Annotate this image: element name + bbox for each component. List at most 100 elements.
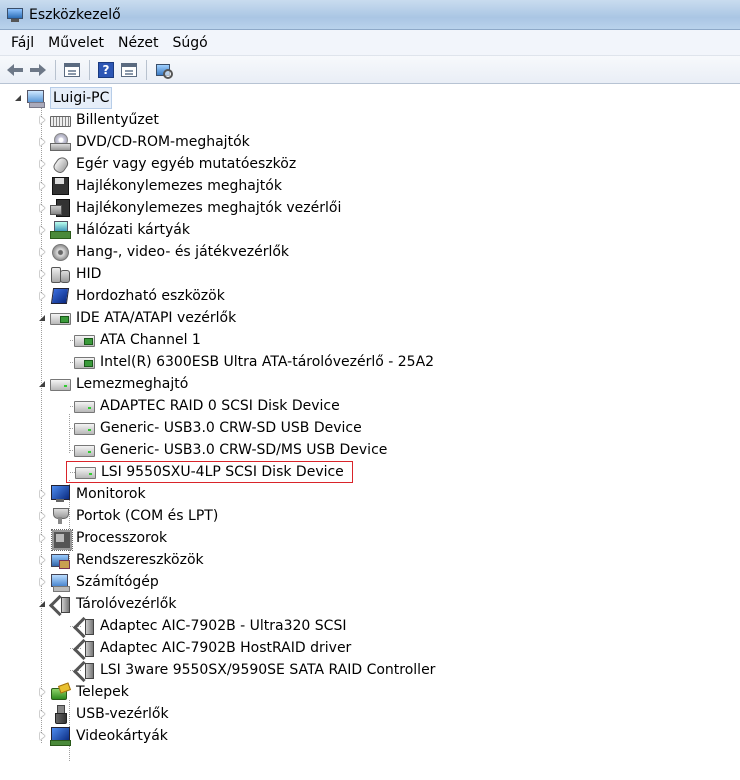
tree-item-label[interactable]: LSI 9550SXU-4LP SCSI Disk Device: [99, 462, 346, 482]
tree-item-ide-child[interactable]: ATA Channel 1: [0, 329, 740, 351]
collapse-arrow-icon[interactable]: [36, 312, 48, 324]
tree-item-label[interactable]: Egér vagy egyéb mutatóeszköz: [74, 154, 298, 174]
tree-item-ide-child[interactable]: Intel(R) 6300ESB Ultra ATA-tárolóvezérlő…: [0, 351, 740, 373]
tree-item-label[interactable]: Számítógép: [74, 572, 161, 592]
computer-icon: [26, 89, 46, 108]
tree-item-label[interactable]: ADAPTEC RAID 0 SCSI Disk Device: [98, 396, 342, 416]
tree-item-label[interactable]: Videokártyák: [74, 726, 170, 746]
menu-file[interactable]: Fájl: [4, 32, 41, 54]
tree-item-label[interactable]: Processzorok: [74, 528, 169, 548]
tree-item-storage-child[interactable]: LSI 3ware 9550SX/9590SE SATA RAID Contro…: [0, 659, 740, 681]
expand-arrow-icon[interactable]: [36, 532, 48, 544]
expand-arrow-icon[interactable]: [36, 708, 48, 720]
tree-item-floppy-controllers[interactable]: Hajlékonylemezes meghajtók vezérlői: [0, 197, 740, 219]
tree-item-label[interactable]: Hordozható eszközök: [74, 286, 227, 306]
tree-item-label[interactable]: Billentyűzet: [74, 110, 161, 130]
properties-button[interactable]: [118, 59, 140, 81]
tree-item-label[interactable]: LSI 3ware 9550SX/9590SE SATA RAID Contro…: [98, 660, 437, 680]
expand-arrow-icon[interactable]: [36, 576, 48, 588]
tree-item-sound[interactable]: Hang-, video- és játékvezérlők: [0, 241, 740, 263]
collapse-arrow-icon[interactable]: [36, 378, 48, 390]
tree-item-disk[interactable]: Lemezmeghajtó: [0, 373, 740, 395]
tree-item-hid[interactable]: HID: [0, 263, 740, 285]
help-button[interactable]: ?: [95, 59, 117, 81]
tree-item-portable[interactable]: Hordozható eszközök: [0, 285, 740, 307]
tree-item-label[interactable]: Hálózati kártyák: [74, 220, 192, 240]
expand-arrow-icon[interactable]: [36, 290, 48, 302]
expand-arrow-icon[interactable]: [36, 554, 48, 566]
expand-arrow-icon[interactable]: [36, 246, 48, 258]
expand-arrow-icon[interactable]: [36, 158, 48, 170]
tree-item-mouse[interactable]: Egér vagy egyéb mutatóeszköz: [0, 153, 740, 175]
tree-item-label[interactable]: Portok (COM és LPT): [74, 506, 220, 526]
ide-channel-icon: [74, 353, 95, 371]
root-label[interactable]: Luigi-PC: [50, 87, 113, 109]
tree-item-label[interactable]: Telepek: [74, 682, 131, 702]
expand-arrow-icon[interactable]: [36, 136, 48, 148]
tree-item-label[interactable]: Intel(R) 6300ESB Ultra ATA-tárolóvezérlő…: [98, 352, 436, 372]
tree-item-label[interactable]: Adaptec AIC-7902B - Ultra320 SCSI: [98, 616, 348, 636]
tree-item-usb[interactable]: USB-vezérlők: [0, 703, 740, 725]
tree-item-system[interactable]: Rendszereszközök: [0, 549, 740, 571]
tree-item-label[interactable]: HID: [74, 264, 103, 284]
display-adapter-icon: [50, 727, 71, 746]
tree-item-storage-child[interactable]: Adaptec AIC-7902B HostRAID driver: [0, 637, 740, 659]
tree-item-processors[interactable]: Processzorok: [0, 527, 740, 551]
expand-arrow-icon[interactable]: [36, 686, 48, 698]
tree-item-label[interactable]: Hajlékonylemezes meghajtók vezérlői: [74, 198, 343, 218]
menu-view[interactable]: Nézet: [111, 32, 166, 54]
mouse-icon: [50, 155, 70, 173]
tree-item-label[interactable]: IDE ATA/ATAPI vezérlők: [74, 308, 238, 328]
tree-item-monitors[interactable]: Monitorok: [0, 483, 740, 505]
expand-arrow-icon[interactable]: [36, 202, 48, 214]
collapse-arrow-icon[interactable]: [12, 92, 24, 104]
tree-root[interactable]: Luigi-PC: [0, 87, 740, 109]
tree-item-video[interactable]: Videokártyák: [0, 725, 740, 747]
collapse-arrow-icon[interactable]: [36, 598, 48, 610]
tree-item-disk-child[interactable]: ADAPTEC RAID 0 SCSI Disk Device: [0, 395, 740, 417]
expand-arrow-icon[interactable]: [36, 510, 48, 522]
show-hide-console-tree-button[interactable]: [61, 59, 83, 81]
tree-item-dvd[interactable]: DVD/CD-ROM-meghajtók: [0, 131, 740, 153]
tree-item-label[interactable]: Tárolóvezérlők: [74, 594, 178, 614]
tree-item-label[interactable]: Hajlékonylemezes meghajtók: [74, 176, 284, 196]
tree-item-disk-child-selected[interactable]: LSI 9550SXU-4LP SCSI Disk Device: [0, 461, 740, 483]
tree-item-label[interactable]: Rendszereszközök: [74, 550, 206, 570]
tree-item-storage-child[interactable]: Adaptec AIC-7902B - Ultra320 SCSI: [0, 615, 740, 637]
tree-item-computer[interactable]: Számítógép: [0, 571, 740, 593]
floppy-controller-icon: [50, 199, 70, 217]
processor-icon: [50, 529, 73, 551]
disk-drive-icon: [74, 441, 95, 459]
expand-arrow-icon[interactable]: [36, 268, 48, 280]
speaker-icon: [50, 243, 70, 261]
tree-item-label[interactable]: Monitorok: [74, 484, 148, 504]
menu-help[interactable]: Súgó: [166, 32, 215, 54]
tree-item-keyboard[interactable]: Billentyűzet: [0, 109, 740, 131]
tree-item-label[interactable]: DVD/CD-ROM-meghajtók: [74, 132, 252, 152]
back-button[interactable]: [4, 59, 26, 81]
tree-item-batteries[interactable]: Telepek: [0, 681, 740, 703]
tree-item-storage[interactable]: Tárolóvezérlők: [0, 593, 740, 615]
tree-item-ide[interactable]: IDE ATA/ATAPI vezérlők: [0, 307, 740, 329]
tree-item-floppy[interactable]: Hajlékonylemezes meghajtók: [0, 175, 740, 197]
tree-item-ports[interactable]: Portok (COM és LPT): [0, 505, 740, 527]
tree-item-label[interactable]: Hang-, video- és játékvezérlők: [74, 242, 291, 262]
expand-arrow-icon[interactable]: [36, 224, 48, 236]
scan-hardware-button[interactable]: [152, 59, 174, 81]
tree-item-label[interactable]: Lemezmeghajtó: [74, 374, 190, 394]
tree-item-network[interactable]: Hálózati kártyák: [0, 219, 740, 241]
expand-arrow-icon[interactable]: [36, 114, 48, 126]
tree-item-label[interactable]: USB-vezérlők: [74, 704, 171, 724]
tree-item-label[interactable]: Generic- USB3.0 CRW-SD/MS USB Device: [98, 440, 389, 460]
menu-action[interactable]: Művelet: [41, 32, 111, 54]
expand-arrow-icon[interactable]: [36, 488, 48, 500]
expand-arrow-icon[interactable]: [36, 180, 48, 192]
tree-item-label[interactable]: ATA Channel 1: [98, 330, 203, 350]
tree-item-label[interactable]: Adaptec AIC-7902B HostRAID driver: [98, 638, 353, 658]
tree-item-disk-child[interactable]: Generic- USB3.0 CRW-SD USB Device: [0, 417, 740, 439]
forward-button[interactable]: [27, 59, 49, 81]
scsi-controller-icon: [74, 639, 94, 657]
expand-arrow-icon[interactable]: [36, 730, 48, 742]
tree-item-label[interactable]: Generic- USB3.0 CRW-SD USB Device: [98, 418, 364, 438]
tree-item-disk-child[interactable]: Generic- USB3.0 CRW-SD/MS USB Device: [0, 439, 740, 461]
